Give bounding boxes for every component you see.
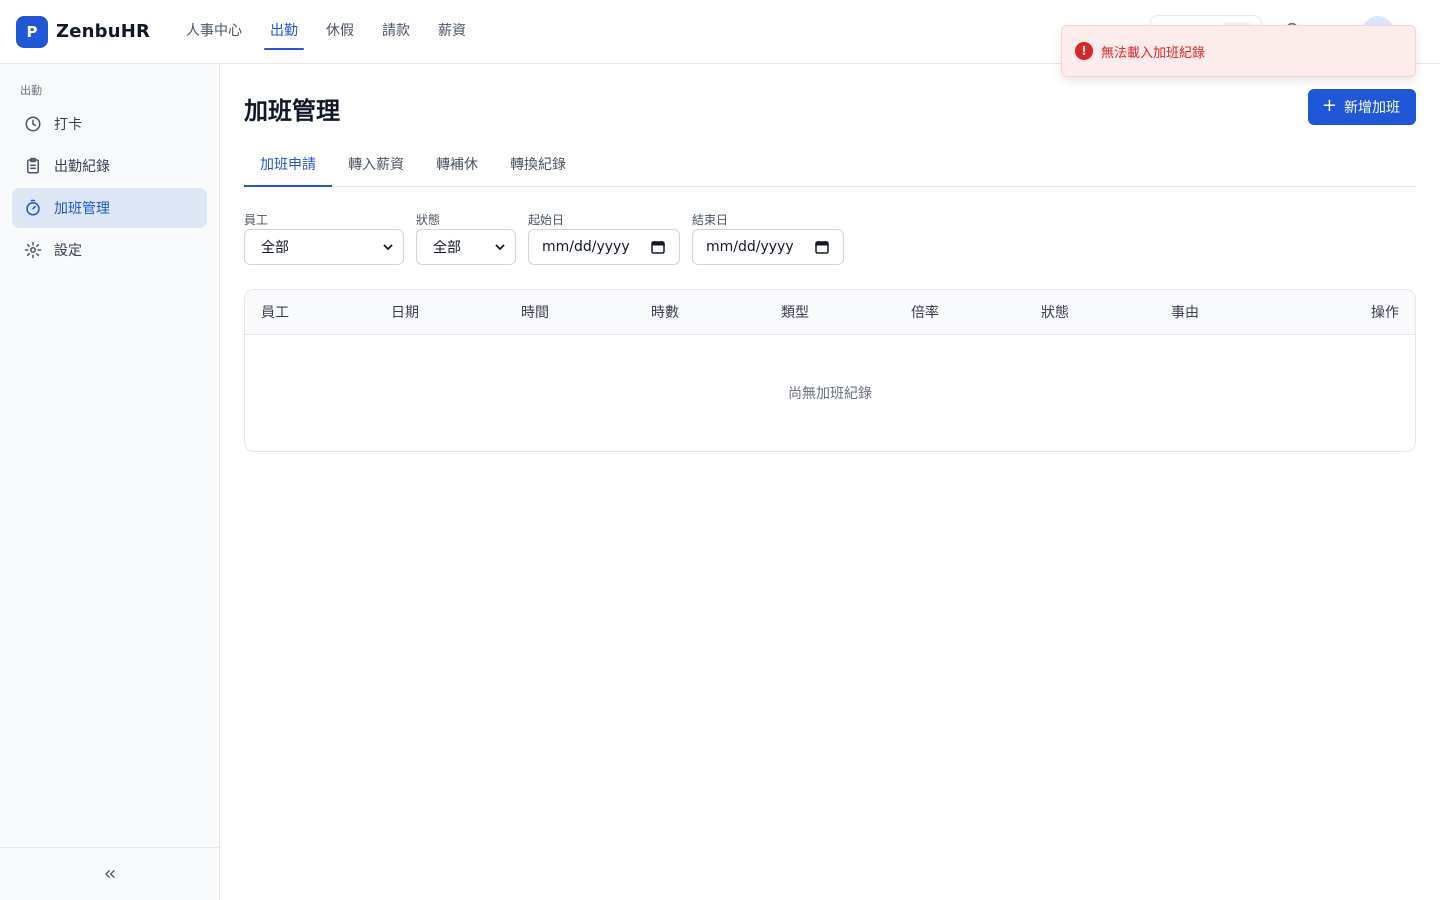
filter-start-date: 起始日 mm/dd/yyyy (528, 211, 680, 265)
filter-label: 結束日 (692, 213, 729, 227)
sidebar-item-overtime[interactable]: 加班管理 (12, 188, 207, 228)
column-header-rate[interactable]: 倍率 (895, 302, 1025, 322)
sidebar-item-attendance-records[interactable]: 出勤紀錄 (12, 146, 207, 186)
date-placeholder: mm/dd/yyyy (706, 239, 794, 255)
toast-message: 無法載入加班紀錄 (1101, 45, 1206, 61)
column-header-type[interactable]: 類型 (765, 302, 895, 322)
select-value: 全部 (261, 240, 289, 256)
topnav-item-leave[interactable]: 休假 (320, 0, 360, 64)
sidebar-item-label: 設定 (54, 243, 82, 259)
tab-to-comp-leave[interactable]: 轉補休 (420, 144, 494, 186)
plus-icon: + (1321, 95, 1337, 116)
date-placeholder: mm/dd/yyyy (542, 239, 630, 255)
topnav-item-payroll[interactable]: 薪資 (432, 0, 472, 64)
filter-label: 員工 (244, 213, 269, 227)
add-overtime-label: 新增加班 (1344, 100, 1400, 116)
sidebar-item-label: 打卡 (54, 117, 82, 133)
filter-label: 狀態 (416, 213, 441, 227)
filter-status: 狀態 全部 (416, 211, 516, 265)
top-nav: 人事中心 出勤 休假 請款 薪資 (180, 0, 488, 64)
calendar-icon[interactable] (815, 240, 829, 254)
sidebar-section-title: 出勤 (20, 84, 42, 97)
filter-employee: 員工 全部 (244, 211, 404, 265)
table-header: 員工 日期 時間 時數 類型 倍率 狀態 事由 操作 (245, 290, 1415, 335)
sidebar-footer (0, 847, 219, 900)
error-icon: ! (1075, 42, 1093, 60)
column-header-time[interactable]: 時間 (505, 302, 635, 322)
tab-overtime-requests[interactable]: 加班申請 (244, 144, 332, 187)
filters: 員工 全部 狀態 全部 起始日 mm/dd/yyyy 結束日 mm/dd/yyy… (244, 211, 1416, 265)
add-overtime-button[interactable]: + 新增加班 (1307, 89, 1416, 125)
overtime-table: 員工 日期 時間 時數 類型 倍率 狀態 事由 操作 尚無加班紀錄 (244, 289, 1416, 452)
end-date-input[interactable]: mm/dd/yyyy (692, 229, 844, 265)
clipboard-icon (27, 157, 39, 174)
timer-icon (26, 199, 40, 216)
sidebar-item-settings[interactable]: 設定 (12, 230, 207, 270)
brand[interactable]: P ZenbuHR (16, 15, 166, 48)
tab-to-payroll[interactable]: 轉入薪資 (332, 144, 420, 186)
chevrons-left-icon (104, 870, 115, 878)
filter-end-date: 結束日 mm/dd/yyyy (692, 211, 844, 265)
error-toast: ! 無法載入加班紀錄 (1061, 25, 1416, 77)
sidebar-list: 打卡 出勤紀錄 加班管理 設定 (0, 104, 219, 270)
chevron-down-icon (495, 244, 505, 250)
sidebar-item-label: 加班管理 (54, 201, 110, 217)
main-content: 加班管理 + 新增加班 加班申請 轉入薪資 轉補休 轉換紀錄 員工 全部 狀態 … (244, 64, 1416, 452)
column-header-date[interactable]: 日期 (375, 302, 505, 322)
brand-name: ZenbuHR (56, 21, 151, 42)
column-header-reason[interactable]: 事由 (1155, 302, 1285, 322)
status-select[interactable]: 全部 (416, 229, 516, 265)
chevron-down-icon (383, 244, 393, 250)
brand-logo: P (16, 15, 48, 48)
column-header-employee[interactable]: 員工 (245, 302, 375, 322)
tab-conversion-records[interactable]: 轉換紀錄 (494, 144, 582, 186)
sidebar-item-clock-in[interactable]: 打卡 (12, 104, 207, 144)
start-date-input[interactable]: mm/dd/yyyy (528, 229, 680, 265)
column-header-status[interactable]: 狀態 (1025, 302, 1155, 322)
collapse-sidebar-button[interactable] (95, 859, 125, 889)
topnav-item-attendance[interactable]: 出勤 (264, 0, 304, 64)
column-header-hours[interactable]: 時數 (635, 302, 765, 322)
clock-icon (25, 116, 41, 132)
sidebar-item-label: 出勤紀錄 (54, 159, 110, 175)
tabs: 加班申請 轉入薪資 轉補休 轉換紀錄 (244, 144, 1416, 187)
topnav-item-expense[interactable]: 請款 (376, 0, 416, 64)
gear-icon (24, 241, 42, 259)
select-value: 全部 (433, 240, 461, 256)
empty-state: 尚無加班紀錄 (788, 386, 872, 402)
topnav-item-hr-center[interactable]: 人事中心 (180, 0, 248, 64)
filter-label: 起始日 (528, 213, 565, 227)
column-header-actions: 操作 (1371, 305, 1399, 321)
page-title: 加班管理 (244, 96, 340, 125)
employee-select[interactable]: 全部 (244, 229, 404, 265)
calendar-icon[interactable] (651, 240, 665, 254)
sidebar: 出勤 打卡 出勤紀錄 加班管理 設定 (0, 64, 220, 900)
